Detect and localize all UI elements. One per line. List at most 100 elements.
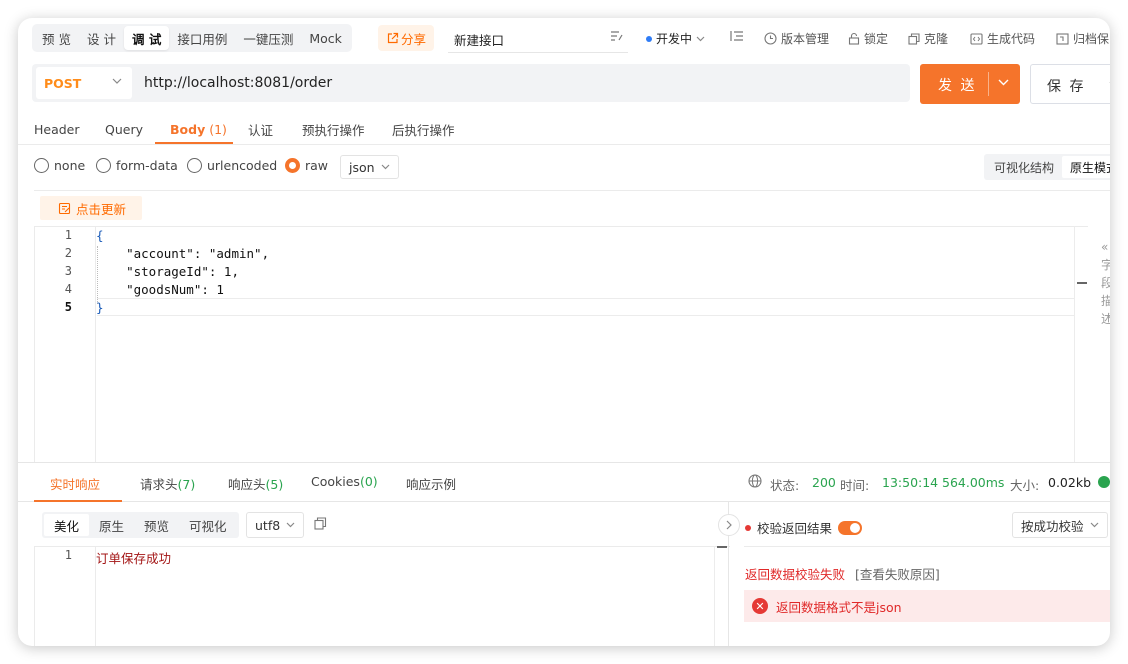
tab-label: 请求头 (140, 477, 178, 492)
response-scrollbar[interactable] (714, 546, 728, 646)
view-visual[interactable]: 可视化 (179, 514, 237, 536)
radio-circle (34, 158, 49, 173)
save-button[interactable]: 保 存 (1030, 64, 1110, 104)
update-label: 点击更新 (76, 201, 127, 217)
tab-count: (0) (359, 474, 378, 489)
tab-count: (7) (177, 477, 196, 492)
clone-button[interactable]: 克隆 (908, 30, 948, 47)
radio-form-data[interactable]: form-data (96, 158, 178, 173)
click-update-button[interactable]: 点击更新 (40, 196, 143, 220)
interface-name-field[interactable]: 新建接口 (448, 27, 628, 53)
archive-icon (1056, 32, 1069, 45)
tab-label: Query (105, 121, 143, 137)
version-management-button[interactable]: 版本管理 (764, 30, 829, 47)
tab-label: 预执行操作 (302, 122, 365, 138)
radio-raw[interactable]: raw (285, 158, 328, 173)
tab-count: (1) (209, 121, 227, 137)
view-raw[interactable]: 原生 (89, 514, 134, 536)
code-line: "account": "admin", (96, 246, 269, 261)
url-input[interactable]: http://localhost:8081/order (144, 64, 332, 102)
code-line: { (96, 228, 104, 243)
scroll-thumb[interactable] (717, 546, 727, 548)
hint-char: 述 (1101, 312, 1110, 326)
share-icon (387, 32, 399, 43)
view-beautify[interactable]: 美化 (44, 514, 90, 536)
response-view-switcher: 美化 原生 预览 可视化 (42, 512, 239, 538)
hint-char: 段 (1101, 276, 1110, 290)
status-code: 200 (812, 475, 836, 490)
share-button[interactable]: 分享 (378, 25, 435, 51)
tab-cookies[interactable]: Cookies(0) (311, 474, 378, 489)
size-label: 大小: (1010, 478, 1040, 493)
tab-realtime-response[interactable]: 实时响应 (50, 474, 100, 493)
tab-post-script[interactable]: 后执行操作 (392, 114, 455, 144)
tab-label: 响应示例 (406, 477, 457, 492)
tab-body[interactable]: Body (1) (170, 114, 227, 144)
tab-label: Cookies (311, 474, 360, 489)
current-line-highlight (97, 298, 1074, 316)
outline-button[interactable] (730, 30, 744, 42)
tab-pre-script[interactable]: 预执行操作 (302, 114, 365, 144)
status-dropdown[interactable]: 开发中 (646, 30, 705, 47)
hint-char: 描 (1101, 294, 1110, 308)
visual-structure-option[interactable]: 可视化结构 (986, 156, 1062, 178)
download-icon[interactable] (1098, 476, 1110, 488)
mode-mock[interactable]: Mock (301, 26, 350, 50)
radio-none[interactable]: none (34, 158, 85, 173)
generate-code-button[interactable]: 生成代码 (970, 30, 1035, 47)
send-button[interactable]: 发 送 (920, 64, 1020, 104)
send-label: 发 送 (938, 78, 977, 94)
edit-icon[interactable] (610, 30, 624, 42)
tab-response-examples[interactable]: 响应示例 (406, 474, 456, 493)
error-dot-icon (745, 524, 751, 531)
tab-header[interactable]: Header (34, 114, 80, 144)
url-bar: POST http://localhost:8081/order (32, 64, 910, 102)
archive-button[interactable]: 归档保 (1056, 30, 1109, 47)
code-text: "storageId": 1, (96, 264, 239, 279)
request-body-editor[interactable] (34, 226, 1088, 462)
code-line: } (96, 300, 104, 315)
radio-urlencoded[interactable]: urlencoded (187, 158, 277, 173)
encoding-select[interactable]: utf8 (246, 512, 305, 538)
response-size: 0.02kb (1048, 475, 1092, 490)
validation-mode-select[interactable]: 按成功校验 (1012, 512, 1108, 538)
chevron-down-icon[interactable] (1109, 81, 1110, 88)
method-label: POST (44, 75, 82, 91)
mode-test-cases[interactable]: 接口用例 (169, 26, 235, 50)
field-description-collapsed[interactable]: « 字 段 描 述 (1101, 238, 1110, 328)
collapse-panel-button[interactable] (718, 514, 740, 536)
tab-request-headers[interactable]: 请求头(7) (140, 474, 195, 493)
scroll-thumb[interactable] (1077, 282, 1087, 284)
tab-auth[interactable]: 认证 (248, 114, 273, 144)
tab-label: 认证 (248, 122, 274, 138)
save-label: 保 存 (1047, 79, 1086, 95)
radio-circle-selected (285, 158, 300, 173)
raw-mode-option[interactable]: 原生模式 (1062, 156, 1110, 178)
chevron-down-icon (286, 522, 295, 528)
mode-debug[interactable]: 调 试 (123, 26, 170, 50)
code-text: "account": "admin", (96, 246, 270, 261)
line-number: 3 (64, 264, 72, 278)
response-duration: 564.00ms (942, 475, 1005, 490)
mode-load-test[interactable]: 一键压测 (235, 26, 301, 50)
clock-icon (764, 32, 777, 45)
response-time: 13:50:14 (882, 475, 939, 490)
format-select[interactable]: json (340, 155, 399, 179)
hint-char: 字 (1101, 258, 1110, 272)
lock-button[interactable]: 锁定 (848, 30, 888, 47)
archive-label: 归档保 (1073, 32, 1110, 46)
mode-preview[interactable]: 预 览 (34, 26, 79, 50)
chevron-down-icon[interactable] (998, 79, 1009, 86)
code-line: "storageId": 1, (96, 264, 239, 279)
line-number: 1 (64, 548, 72, 562)
view-fail-reason-link[interactable]: [查看失败原因] (855, 567, 940, 582)
mode-design[interactable]: 设 计 (79, 26, 124, 50)
validation-toggle[interactable] (838, 520, 863, 535)
copy-icon[interactable] (314, 517, 327, 533)
view-preview[interactable]: 预览 (134, 514, 179, 536)
tab-response-headers[interactable]: 响应头(5) (228, 474, 283, 493)
editor-scrollbar[interactable] (1074, 226, 1088, 462)
method-select[interactable]: POST (36, 67, 132, 99)
line-number-gutter (34, 226, 96, 462)
tab-query[interactable]: Query (105, 114, 143, 144)
